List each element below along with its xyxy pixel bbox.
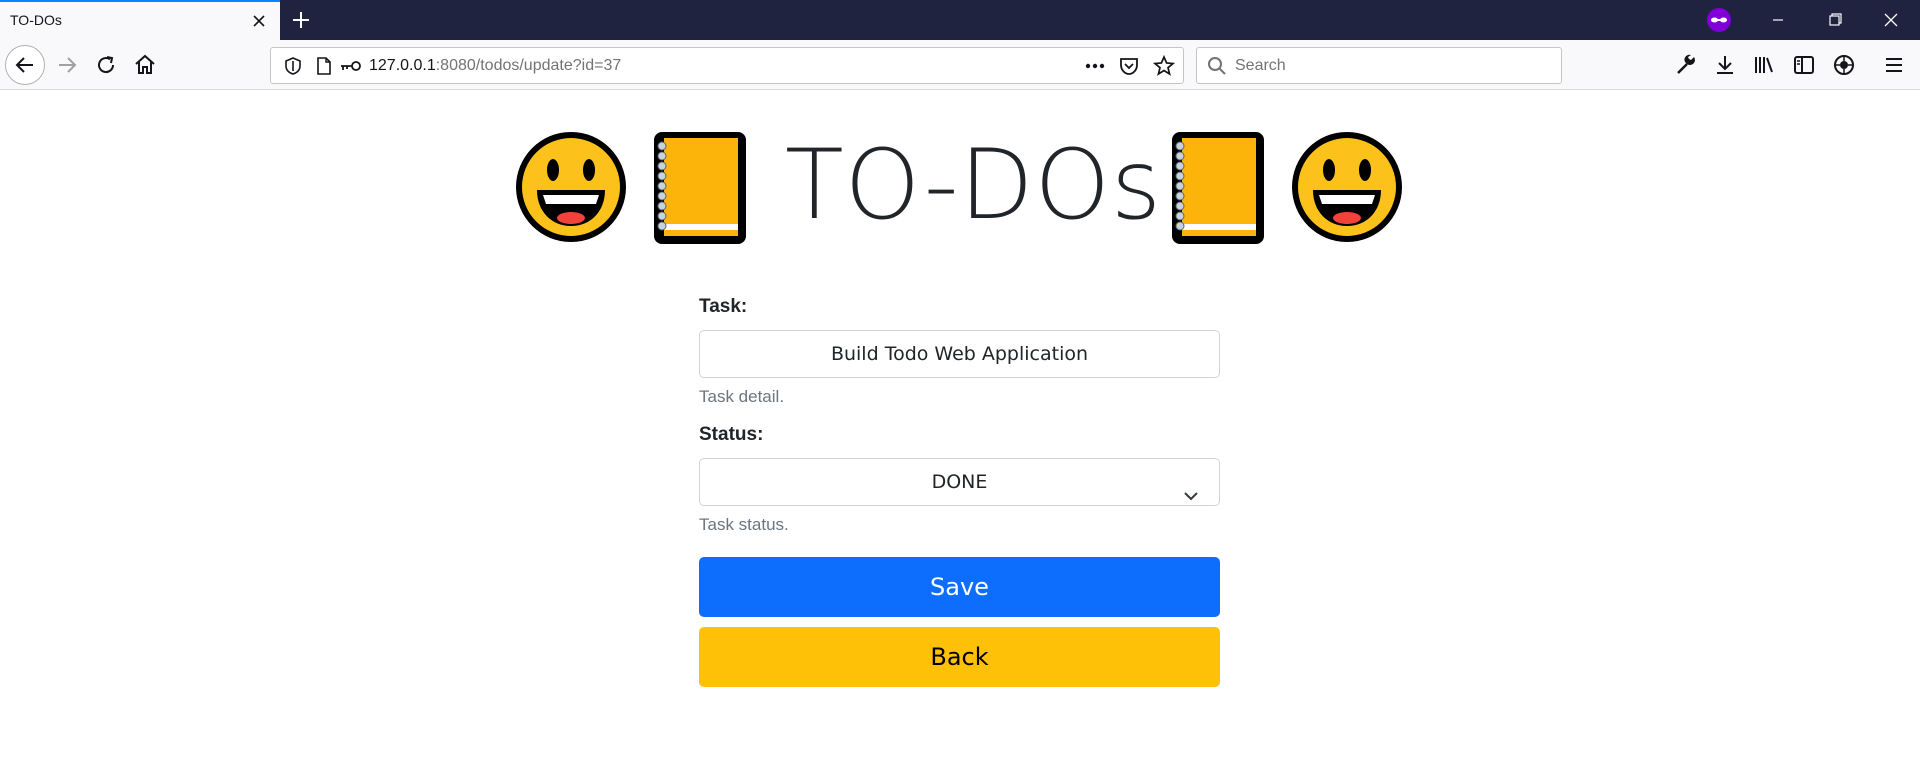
url-text[interactable]: 127.0.0.1:8080/todos/update?id=37 xyxy=(369,57,621,75)
restore-window-icon[interactable] xyxy=(1815,6,1855,34)
url-host: 127.0.0.1 xyxy=(369,57,436,74)
sidebar-icon[interactable] xyxy=(1792,53,1816,77)
key-icon[interactable] xyxy=(339,57,363,79)
url-path: :8080/todos/update?id=37 xyxy=(435,57,622,74)
close-tab-icon[interactable] xyxy=(248,10,270,32)
more-actions-icon[interactable] xyxy=(1083,57,1107,79)
extension-icon[interactable] xyxy=(1832,53,1856,77)
home-icon xyxy=(135,54,155,74)
status-label: Status: xyxy=(699,424,764,445)
back-arrow-icon xyxy=(15,57,33,73)
search-icon xyxy=(1207,56,1227,80)
forward-button[interactable] xyxy=(47,45,87,85)
tab-strip: TO-DOs xyxy=(0,0,1920,40)
status-selected-value: DONE xyxy=(931,471,988,493)
minimize-window-icon[interactable] xyxy=(1758,6,1798,34)
task-help-text: Task detail. xyxy=(699,387,785,406)
reload-icon xyxy=(98,56,115,74)
page-header: TO-DOs xyxy=(0,128,1920,248)
library-icon[interactable] xyxy=(1752,53,1776,77)
search-placeholder: Search xyxy=(1235,57,1286,74)
home-button[interactable] xyxy=(125,45,165,85)
navigation-toolbar: 127.0.0.1:8080/todos/update?id=37 Search xyxy=(0,40,1920,90)
address-bar[interactable]: 127.0.0.1:8080/todos/update?id=37 xyxy=(270,47,1184,84)
downloads-icon[interactable] xyxy=(1713,53,1737,77)
task-input[interactable]: Build Todo Web Application xyxy=(699,330,1220,378)
browser-tab[interactable]: TO-DOs xyxy=(0,0,280,40)
tab-title: TO-DOs xyxy=(10,12,62,28)
page-icon[interactable] xyxy=(315,56,333,80)
status-select[interactable]: DONE xyxy=(699,458,1220,506)
page-title: TO-DOs xyxy=(785,129,1163,241)
new-tab-icon[interactable] xyxy=(288,8,314,32)
close-window-icon[interactable] xyxy=(1871,6,1911,34)
search-bar[interactable]: Search xyxy=(1196,47,1562,84)
notebook-icon xyxy=(1168,128,1286,246)
back-link-button[interactable]: Back xyxy=(699,627,1220,687)
chevron-down-icon xyxy=(1183,475,1199,501)
reload-button[interactable] xyxy=(86,45,126,85)
forward-arrow-icon xyxy=(59,57,77,73)
shield-icon[interactable] xyxy=(283,56,303,80)
bookmark-star-icon[interactable] xyxy=(1152,54,1176,82)
grinning-face-icon xyxy=(512,128,630,246)
hamburger-menu-icon[interactable] xyxy=(1882,53,1906,77)
grinning-face-icon xyxy=(1288,128,1406,246)
private-browsing-icon xyxy=(1704,7,1734,33)
status-help-text: Task status. xyxy=(699,515,789,534)
pocket-icon[interactable] xyxy=(1118,55,1140,81)
save-button[interactable]: Save xyxy=(699,557,1220,617)
back-button[interactable] xyxy=(5,45,45,85)
notebook-icon xyxy=(650,128,768,246)
wrench-icon[interactable] xyxy=(1674,53,1698,77)
task-label: Task: xyxy=(699,296,748,317)
